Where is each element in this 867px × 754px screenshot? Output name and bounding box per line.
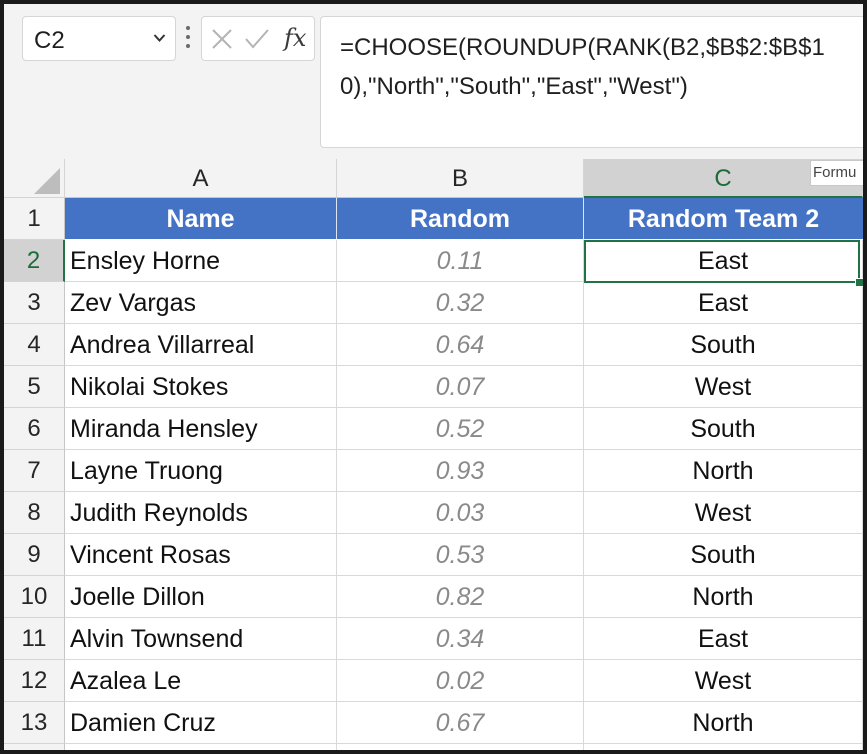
row-header[interactable]: 9 xyxy=(4,534,65,576)
random-cell[interactable]: 0.93 xyxy=(337,450,584,492)
row-header[interactable]: 12 xyxy=(4,660,65,702)
row-header[interactable]: 5 xyxy=(4,366,65,408)
formula-line-1: =CHOOSE(ROUNDUP(RANK(B2,$B$2:$B$1 xyxy=(340,34,825,61)
row-header[interactable]: 1 xyxy=(4,198,65,240)
name-cell[interactable]: Zev Vargas xyxy=(65,282,337,324)
team-cell[interactable]: East xyxy=(584,240,863,282)
random-cell[interactable]: 0.67 xyxy=(337,702,584,744)
team-cell[interactable]: South xyxy=(584,408,863,450)
row-header[interactable]: 4 xyxy=(4,324,65,366)
row-header[interactable]: 2 xyxy=(4,240,65,282)
empty-cell[interactable] xyxy=(584,744,863,750)
row-header[interactable]: 3 xyxy=(4,282,65,324)
header-cell-random[interactable]: Random xyxy=(337,198,584,240)
empty-cell[interactable] xyxy=(337,744,584,750)
team-cell[interactable]: East xyxy=(584,618,863,660)
formula-text: =CHOOSE(ROUNDUP(RANK(B2,$B$2:$B$1 0),"No… xyxy=(340,28,863,106)
name-box-value: C2 xyxy=(34,27,65,54)
team-cell[interactable]: North xyxy=(584,576,863,618)
name-box[interactable]: C2 xyxy=(22,16,176,61)
header-cell-team[interactable]: Random Team 2 xyxy=(584,198,863,240)
row-header[interactable]: 10 xyxy=(4,576,65,618)
team-cell[interactable]: West xyxy=(584,366,863,408)
name-cell[interactable]: Andrea Villarreal xyxy=(65,324,337,366)
name-cell[interactable]: Judith Reynolds xyxy=(65,492,337,534)
random-cell[interactable]: 0.07 xyxy=(337,366,584,408)
team-cell[interactable]: North xyxy=(584,702,863,744)
random-cell[interactable]: 0.64 xyxy=(337,324,584,366)
row-header[interactable]: 8 xyxy=(4,492,65,534)
random-cell[interactable]: 0.34 xyxy=(337,618,584,660)
team-cell[interactable]: West xyxy=(584,492,863,534)
team-cell[interactable]: West xyxy=(584,660,863,702)
row-header[interactable]: 6 xyxy=(4,408,65,450)
name-cell[interactable]: Layne Truong xyxy=(65,450,337,492)
name-cell[interactable]: Alvin Townsend xyxy=(65,618,337,660)
column-header-a[interactable]: A xyxy=(65,159,337,198)
insert-function-icon[interactable]: fx xyxy=(284,24,306,52)
random-cell[interactable]: 0.52 xyxy=(337,408,584,450)
row-header-partial[interactable] xyxy=(4,744,65,750)
random-cell[interactable]: 0.32 xyxy=(337,282,584,324)
chevron-down-icon[interactable] xyxy=(153,33,166,43)
name-cell[interactable]: Nikolai Stokes xyxy=(65,366,337,408)
name-cell[interactable]: Damien Cruz xyxy=(65,702,337,744)
row-header[interactable]: 11 xyxy=(4,618,65,660)
row-header[interactable]: 13 xyxy=(4,702,65,744)
formula-buttons: fx xyxy=(201,16,315,61)
formula-line-2: 0),"North","South","East","West") xyxy=(340,73,688,100)
checkmark-icon[interactable] xyxy=(244,27,270,51)
name-cell[interactable]: Azalea Le xyxy=(65,660,337,702)
formula-bar-area: C2 fx =CHOOSE(ROUNDUP(RANK(B2,$B$2:$B$1 … xyxy=(4,4,863,159)
select-all-button[interactable] xyxy=(4,159,65,198)
name-cell[interactable]: Miranda Hensley xyxy=(65,408,337,450)
formula-tooltip: Formu xyxy=(810,160,863,186)
row-header[interactable]: 7 xyxy=(4,450,65,492)
name-cell[interactable]: Joelle Dillon xyxy=(65,576,337,618)
header-cell-name[interactable]: Name xyxy=(65,198,337,240)
random-cell[interactable]: 0.03 xyxy=(337,492,584,534)
team-cell[interactable]: South xyxy=(584,534,863,576)
column-header-b[interactable]: B xyxy=(337,159,584,198)
cancel-icon[interactable] xyxy=(211,28,233,50)
drag-handle-icon[interactable] xyxy=(184,24,192,50)
spreadsheet-window: C2 fx =CHOOSE(ROUNDUP(RANK(B2,$B$2:$B$1 … xyxy=(0,0,867,754)
select-all-triangle-icon xyxy=(34,168,60,194)
empty-cell[interactable] xyxy=(65,744,337,750)
name-cell[interactable]: Vincent Rosas xyxy=(65,534,337,576)
team-cell[interactable]: East xyxy=(584,282,863,324)
formula-input[interactable]: =CHOOSE(ROUNDUP(RANK(B2,$B$2:$B$1 0),"No… xyxy=(320,16,863,148)
random-cell[interactable]: 0.02 xyxy=(337,660,584,702)
team-cell[interactable]: South xyxy=(584,324,863,366)
name-cell[interactable]: Ensley Horne xyxy=(65,240,337,282)
random-cell[interactable]: 0.82 xyxy=(337,576,584,618)
random-cell[interactable]: 0.11 xyxy=(337,240,584,282)
random-cell[interactable]: 0.53 xyxy=(337,534,584,576)
team-cell[interactable]: North xyxy=(584,450,863,492)
fill-handle[interactable] xyxy=(855,278,863,287)
